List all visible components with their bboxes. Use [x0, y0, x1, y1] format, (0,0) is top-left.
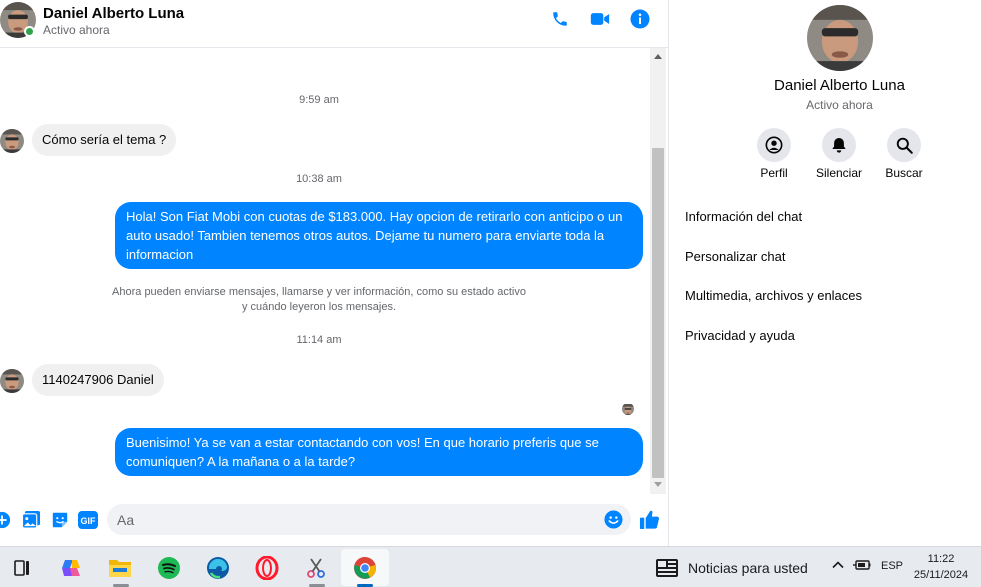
video-camera-icon[interactable] — [589, 8, 611, 30]
message-composer: GIF — [0, 494, 668, 546]
file-explorer-icon[interactable] — [107, 555, 133, 581]
chevron-up-icon[interactable] — [831, 558, 845, 572]
profile-name: Daniel Alberto Luna — [774, 77, 905, 94]
thumbs-up-icon[interactable] — [638, 508, 660, 530]
message-timestamp: 9:59 am — [299, 94, 339, 106]
outgoing-message[interactable]: Buenisimo! Ya se van a estar contactando… — [115, 428, 643, 476]
seen-indicator-avatar — [622, 403, 634, 415]
system-notice-line: y cuándo leyeron los mensajes. — [241, 301, 397, 313]
plus-icon[interactable] — [0, 510, 12, 530]
contact-status: Activo ahora — [43, 23, 110, 37]
sender-avatar[interactable] — [0, 369, 24, 393]
message-input[interactable] — [117, 504, 597, 535]
spotify-icon[interactable] — [156, 555, 182, 581]
news-icon — [656, 559, 678, 577]
message-box[interactable] — [107, 504, 631, 535]
incoming-message[interactable]: Cómo sería el tema ? — [32, 124, 177, 156]
search-button[interactable]: Buscar — [874, 128, 934, 180]
contact-name[interactable]: Daniel Alberto Luna — [43, 5, 184, 22]
battery-power-icon[interactable] — [853, 558, 871, 572]
emoji-icon[interactable] — [604, 510, 623, 529]
news-label: Noticias para usted — [688, 560, 808, 576]
system-notice: Ahora pueden enviarse mensajes, llamarse… — [0, 285, 638, 315]
profile-status: Activo ahora — [806, 98, 873, 112]
news-widget[interactable]: Noticias para usted — [655, 556, 808, 580]
action-label: Perfil — [760, 166, 788, 180]
online-indicator — [24, 26, 35, 37]
language-indicator[interactable]: ESP — [881, 560, 903, 572]
copilot-icon[interactable] — [58, 555, 84, 581]
message-list[interactable]: 9:59 am Cómo sería el tema ? 10:38 am Ho… — [0, 48, 650, 494]
menu-customize-chat[interactable]: Personalizar chat — [685, 249, 785, 264]
snipping-tool-icon[interactable] — [303, 555, 329, 581]
menu-media-files-links[interactable]: Multimedia, archivos y enlaces — [685, 288, 862, 303]
info-icon[interactable] — [629, 8, 651, 30]
clock-time: 11:22 — [927, 553, 955, 565]
profile-button[interactable]: Perfil — [744, 128, 804, 180]
bell-icon — [822, 128, 856, 162]
windows-taskbar: Noticias para usted ESP 11:22 25/11/2024 — [0, 546, 981, 587]
menu-privacy-help[interactable]: Privacidad y ayuda — [685, 328, 795, 343]
opera-icon[interactable] — [254, 555, 280, 581]
action-label: Buscar — [885, 166, 923, 180]
scroll-thumb[interactable] — [652, 148, 664, 478]
image-icon[interactable] — [21, 510, 41, 530]
sticker-icon[interactable] — [50, 510, 70, 530]
profile-icon — [757, 128, 791, 162]
scroll-down-arrow[interactable] — [654, 482, 662, 487]
chat-header: Daniel Alberto Luna Activo ahora — [0, 0, 668, 48]
clock-date: 25/11/2024 — [913, 569, 969, 581]
chat-scrollbar[interactable] — [650, 48, 666, 494]
gif-label: GIF — [81, 516, 97, 526]
outgoing-message[interactable]: Hola! Son Fiat Mobi con cuotas de $183.0… — [115, 202, 643, 269]
chrome-icon[interactable] — [352, 555, 378, 581]
task-view-icon[interactable] — [9, 555, 35, 581]
incoming-message[interactable]: 1140247906 Daniel — [32, 364, 164, 396]
profile-picture[interactable] — [807, 5, 873, 71]
edge-icon[interactable] — [205, 555, 231, 581]
sender-avatar[interactable] — [0, 129, 24, 153]
message-timestamp: 11:14 am — [296, 334, 342, 346]
menu-chat-info[interactable]: Información del chat — [685, 209, 802, 224]
scroll-up-arrow[interactable] — [654, 54, 662, 59]
message-timestamp: 10:38 am — [296, 173, 342, 185]
phone-icon[interactable] — [549, 8, 571, 30]
action-label: Silenciar — [815, 166, 863, 180]
gif-icon[interactable]: GIF — [78, 510, 98, 530]
mute-button[interactable]: Silenciar — [809, 128, 869, 180]
conversation-info-panel: Daniel Alberto Luna Activo ahora Perfil … — [668, 0, 981, 546]
search-icon — [887, 128, 921, 162]
system-notice-line: Ahora pueden enviarse mensajes, llamarse… — [112, 286, 526, 298]
system-clock[interactable]: 11:22 25/11/2024 — [905, 551, 977, 583]
